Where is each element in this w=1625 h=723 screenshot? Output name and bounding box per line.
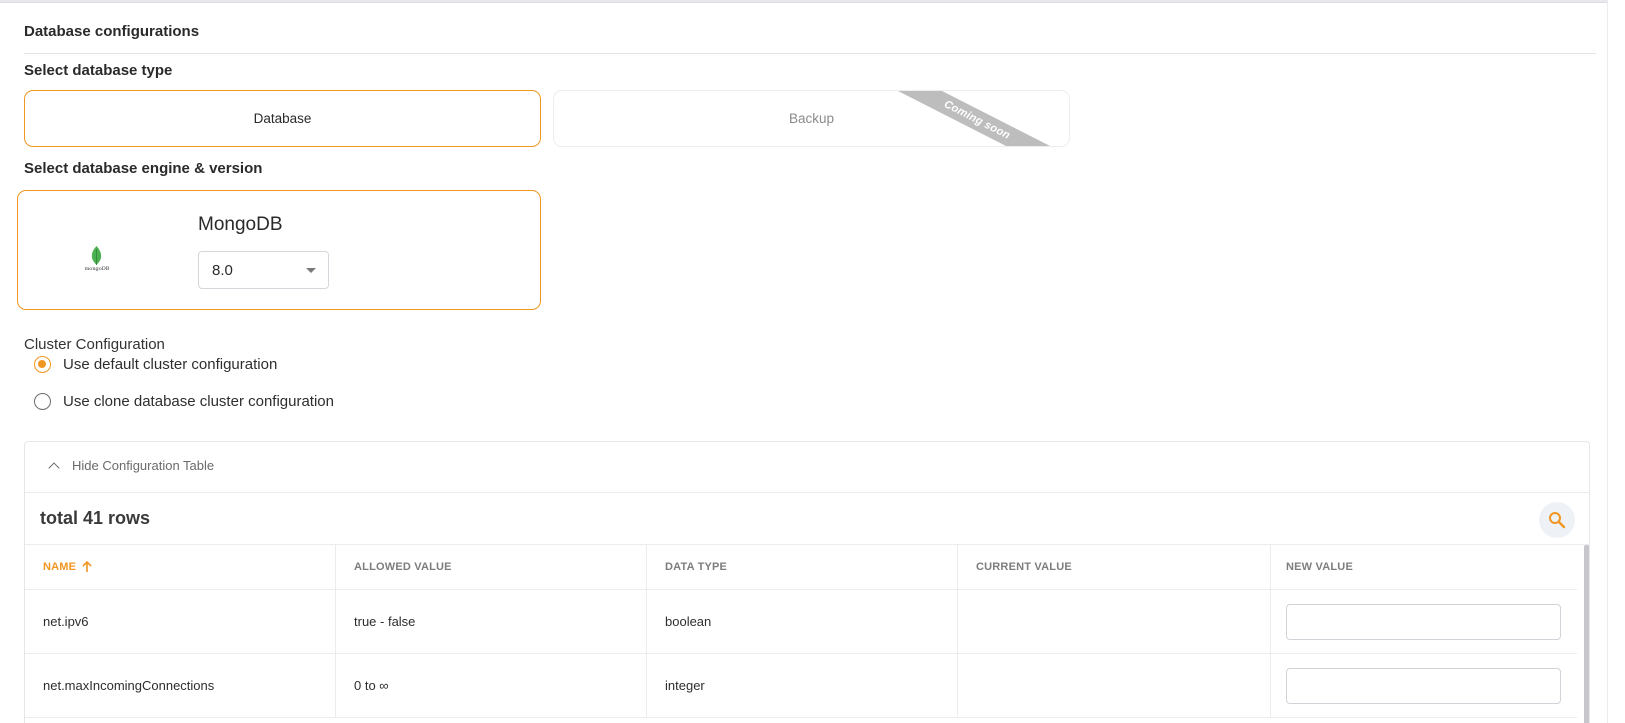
dropdown-caret-icon [306, 268, 316, 273]
hide-config-table-label: Hide Configuration Table [72, 458, 215, 473]
cell-new-value [1271, 590, 1577, 653]
search-icon [1549, 512, 1566, 529]
total-rows-count: total 41 rows [40, 508, 151, 528]
coming-soon-badge: Coming soon [941, 98, 1013, 142]
cell-data-type: boolean [647, 590, 958, 653]
table-header-row: NAME ALLOWED VALUE DATA TYPE CURRENT VAL… [25, 545, 1577, 590]
version-value: 8.0 [212, 261, 233, 279]
cluster-config-label: Cluster Configuration [24, 336, 165, 353]
cell-current-value [958, 590, 1271, 653]
radio-default-cluster-circle[interactable] [34, 356, 51, 373]
radio-clone-cluster-label: Use clone database cluster configuration [63, 393, 334, 410]
sort-arrow-up-icon [82, 561, 92, 572]
column-header-current-value[interactable]: CURRENT VALUE [958, 545, 1271, 589]
new-value-input[interactable] [1286, 667, 1561, 704]
table-search-button[interactable] [1539, 502, 1575, 538]
hide-config-table-button[interactable]: Hide Configuration Table [48, 458, 215, 474]
config-toggle-row: Hide Configuration Table [25, 442, 1589, 493]
radio-clone-cluster[interactable]: Use clone database cluster configuration [34, 393, 334, 410]
configuration-panel: Hide Configuration Table total 41 rows N… [24, 441, 1590, 723]
version-select[interactable]: 8.0 [198, 251, 329, 289]
column-header-name[interactable]: NAME [25, 545, 336, 589]
mongodb-logo: mongoDB [81, 246, 113, 276]
engine-label: Select database engine & version [24, 160, 263, 177]
new-value-input[interactable] [1286, 603, 1561, 640]
column-header-allowed-value[interactable]: ALLOWED VALUE [336, 545, 647, 589]
mongodb-logo-text: mongoDB [84, 266, 110, 272]
chevron-up-icon [48, 461, 60, 474]
config-table: NAME ALLOWED VALUE DATA TYPE CURRENT VAL… [25, 545, 1577, 718]
db-type-label: Select database type [24, 62, 173, 79]
coming-soon-ribbon: Coming soon [838, 91, 1069, 146]
engine-name: MongoDB [198, 214, 283, 235]
cell-allowed-value: 0 to ∞ [336, 654, 647, 717]
right-scroll-rail[interactable] [1607, 0, 1625, 723]
column-header-new-value[interactable]: NEW VALUE [1271, 545, 1577, 589]
radio-default-cluster-label: Use default cluster configuration [63, 356, 278, 373]
cell-name: net.maxIncomingConnections [25, 654, 336, 717]
section-title: Database configurations [24, 23, 200, 40]
radio-default-cluster[interactable]: Use default cluster configuration [34, 356, 277, 373]
table-toolbar: total 41 rows [25, 493, 1589, 545]
section-divider [24, 53, 1596, 54]
table-row: net.ipv6 true - false boolean [25, 590, 1577, 654]
db-type-database-label: Database [253, 111, 312, 126]
cell-new-value [1271, 654, 1577, 717]
cell-name: net.ipv6 [25, 590, 336, 653]
cell-allowed-value: true - false [336, 590, 647, 653]
column-header-data-type[interactable]: DATA TYPE [647, 545, 958, 589]
cell-current-value [958, 654, 1271, 717]
table-scrollbar[interactable] [1584, 545, 1589, 723]
cell-data-type: integer [647, 654, 958, 717]
table-row: net.maxIncomingConnections 0 to ∞ intege… [25, 654, 1577, 718]
engine-card-mongodb[interactable]: mongoDB MongoDB 8.0 [17, 190, 541, 310]
db-type-backup-card: Backup Coming soon [553, 90, 1070, 147]
db-type-database-card[interactable]: Database [24, 90, 541, 147]
mongodb-leaf-icon [91, 246, 102, 265]
database-config-page: Database configurations Select database … [17, 3, 1596, 723]
radio-clone-cluster-circle[interactable] [34, 393, 51, 410]
db-type-backup-label: Backup [788, 111, 835, 126]
